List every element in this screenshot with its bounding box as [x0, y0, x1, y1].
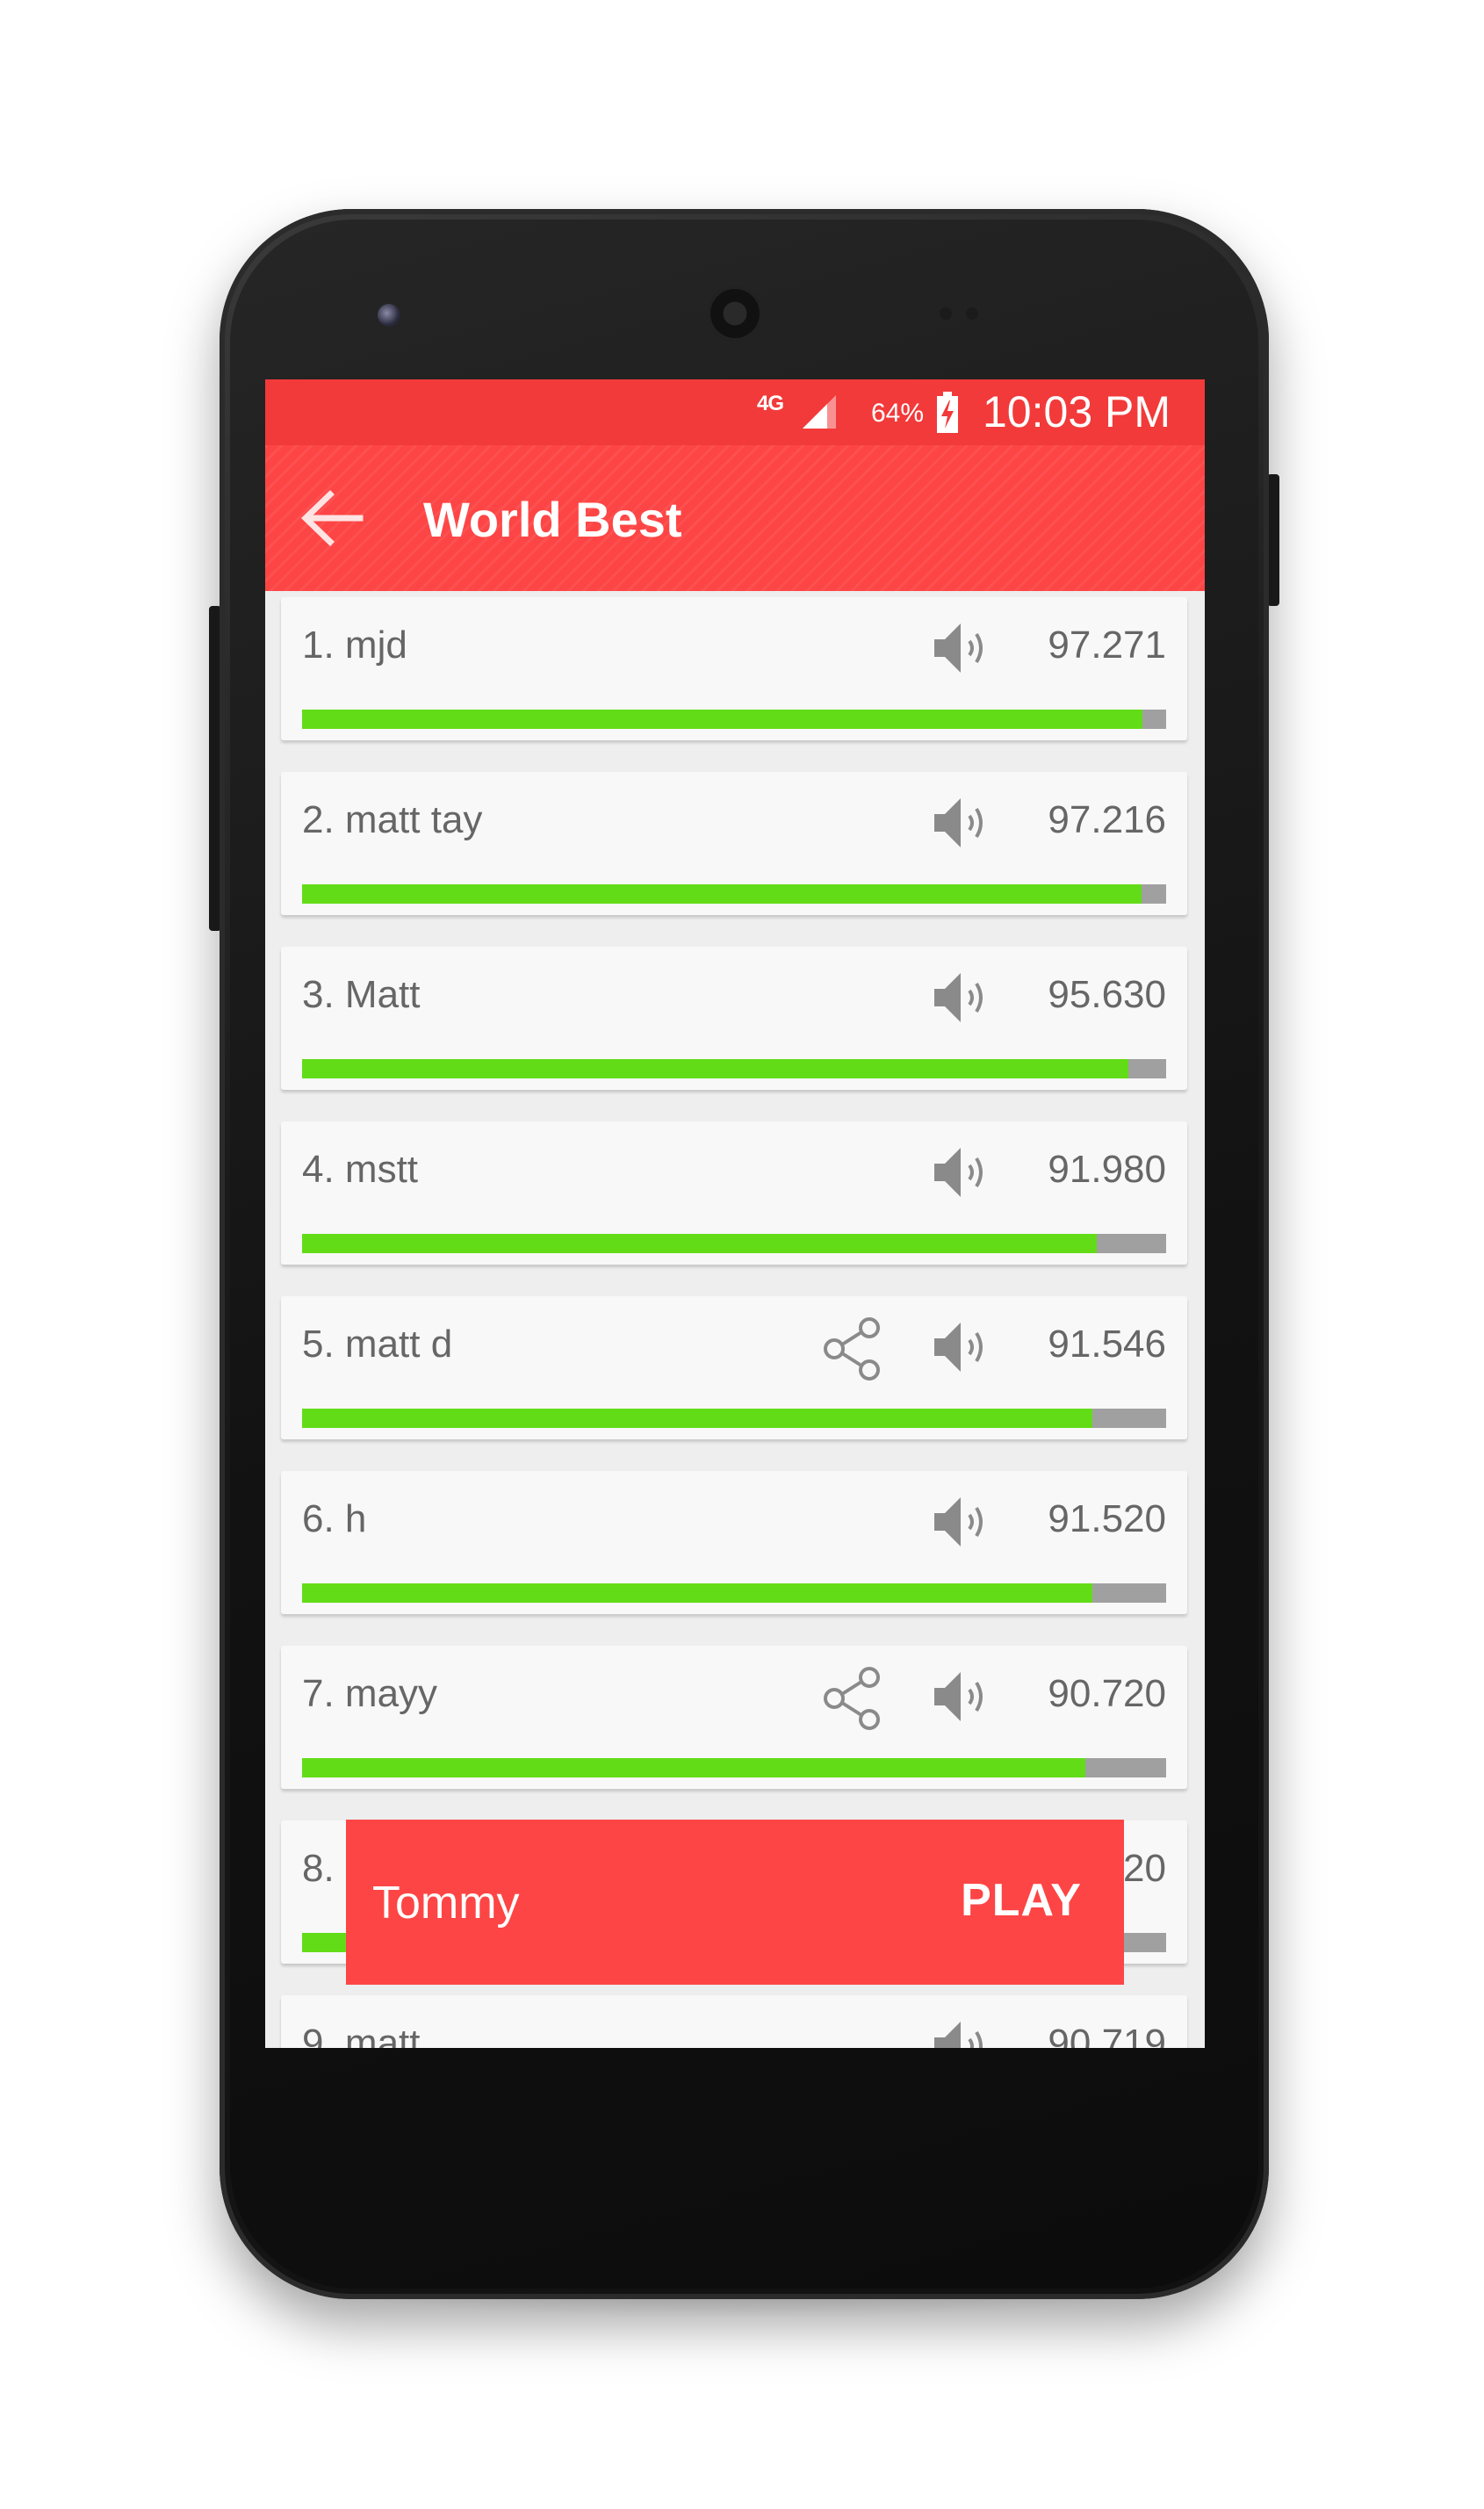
player-name: 1. mjd — [302, 624, 407, 667]
player-name: 7. mayy — [302, 1672, 438, 1715]
speaker-icon[interactable] — [931, 2015, 994, 2048]
score-bar-track — [302, 1234, 1166, 1253]
network-indicator: 4G — [757, 392, 784, 415]
player-score: 20 — [1123, 1847, 1166, 1890]
player-name-input[interactable] — [364, 1864, 838, 1943]
score-bar-fill — [302, 1409, 1093, 1428]
player-score: 91.980 — [1048, 1148, 1166, 1191]
speaker-icon[interactable] — [931, 1316, 994, 1379]
share-icon[interactable] — [818, 1665, 885, 1732]
player-name: 9. matt — [302, 2022, 421, 2048]
share-icon[interactable] — [818, 1316, 885, 1382]
leaderboard-row[interactable]: 3. Matt 95.630 — [281, 947, 1187, 1090]
score-bar-fill — [302, 710, 1143, 729]
speaker-icon[interactable] — [931, 1141, 994, 1204]
speaker-icon[interactable] — [931, 1665, 994, 1728]
leaderboard-row[interactable]: 1. mjd 97.271 — [281, 597, 1187, 740]
leaderboard-row[interactable]: 2. matt tay 97.216 — [281, 772, 1187, 915]
leaderboard-row[interactable]: 4. mstt 91.980 — [281, 1121, 1187, 1265]
battery-percent: 64% — [871, 399, 925, 428]
earpiece-speaker — [708, 286, 762, 341]
score-bar-track — [302, 1059, 1166, 1078]
score-bar-track — [302, 1583, 1166, 1603]
arrow-left-icon — [300, 490, 364, 546]
player-name: 6. h — [302, 1497, 367, 1540]
player-score: 95.630 — [1048, 973, 1166, 1016]
score-bar-track — [302, 884, 1166, 904]
speaker-icon[interactable] — [931, 616, 994, 680]
speaker-icon[interactable] — [931, 966, 994, 1029]
app-bar: World Best — [265, 445, 1205, 591]
leaderboard-row[interactable]: 5. matt d 91.546 — [281, 1296, 1187, 1439]
back-button[interactable] — [300, 489, 364, 547]
speaker-icon[interactable] — [931, 791, 994, 854]
player-score: 97.271 — [1048, 624, 1166, 667]
battery-charging-icon — [937, 392, 958, 433]
score-bar-track — [302, 1758, 1166, 1777]
phone-screen: 4G 64% 10:03 PM World Best 1. mjd 97.271 — [265, 379, 1205, 2048]
light-sensor — [966, 307, 978, 320]
play-button[interactable]: PLAY — [961, 1874, 1082, 1927]
player-name: 2. matt tay — [302, 798, 483, 841]
player-score: 90.720 — [1048, 1672, 1166, 1715]
player-score: 90.719 — [1048, 2022, 1166, 2048]
player-score: 97.216 — [1048, 798, 1166, 841]
player-name: 5. matt d — [302, 1323, 453, 1366]
leaderboard-row[interactable]: 7. mayy 90.720 — [281, 1646, 1187, 1789]
player-score: 91.546 — [1048, 1323, 1166, 1366]
clock: 10:03 PM — [983, 387, 1171, 436]
play-panel: PLAY — [346, 1820, 1124, 1985]
phone-power-button — [1267, 474, 1279, 606]
score-bar-fill — [302, 884, 1142, 904]
leaderboard-row[interactable]: 9. matt 90.719 — [281, 1995, 1187, 2048]
page-title: World Best — [423, 492, 682, 547]
player-name: 3. Matt — [302, 973, 421, 1016]
player-name: 4. mstt — [302, 1148, 419, 1191]
score-bar-track — [302, 710, 1166, 729]
score-bar-fill — [302, 1583, 1093, 1603]
status-bar: 4G 64% 10:03 PM — [265, 379, 1205, 445]
leaderboard-row[interactable]: 6. h 91.520 — [281, 1471, 1187, 1614]
player-score: 91.520 — [1048, 1497, 1166, 1540]
score-bar-track — [302, 1409, 1166, 1428]
score-bar-fill — [302, 1059, 1128, 1078]
score-bar-fill — [302, 1758, 1086, 1777]
proximity-sensor — [940, 307, 952, 320]
player-name: 8. — [302, 1847, 335, 1890]
signal-icon — [803, 395, 836, 429]
speaker-icon[interactable] — [931, 1490, 994, 1554]
score-bar-fill — [302, 1234, 1098, 1253]
front-camera — [378, 304, 400, 327]
